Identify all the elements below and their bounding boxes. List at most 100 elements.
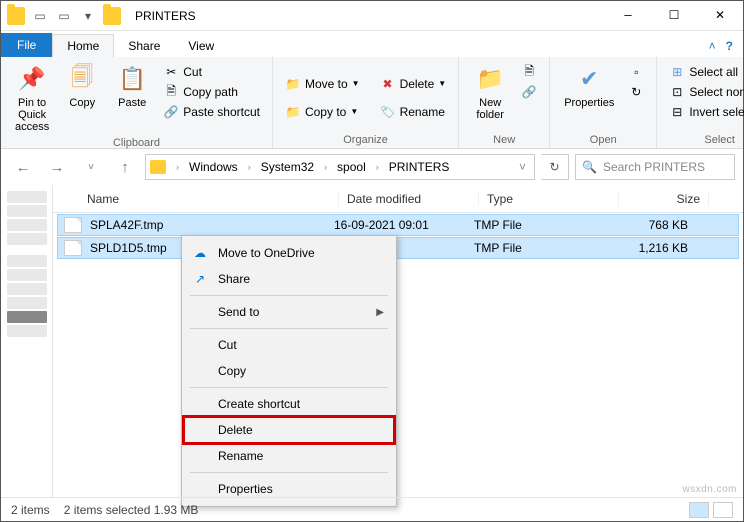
folder-icon [103,7,121,25]
details-view-button[interactable] [689,502,709,518]
forward-button[interactable]: → [43,153,71,181]
copy-icon: 🗐 [66,63,98,95]
copy-to-icon: 📁 [285,104,301,120]
separator [190,387,388,388]
invert-selection-icon: ⊟ [669,104,685,120]
close-button[interactable]: ✕ [697,1,743,31]
address-dropdown-icon[interactable]: ˅ [515,160,530,174]
up-button[interactable]: ↑ [111,153,139,181]
chevron-right-icon[interactable]: › [172,162,183,172]
cut-button[interactable]: ✂Cut [159,63,264,81]
maximize-button[interactable]: ☐ [651,1,697,31]
easy-access-button[interactable]: 🔗 [517,83,541,101]
qat-item[interactable]: ▭ [55,7,73,25]
copy-path-button[interactable]: 🗎Copy path [159,83,264,101]
group-organize: 📁Move to ▼ 📁Copy to ▼ ✖Delete ▼ 🏷Rename … [273,57,459,148]
col-name[interactable]: Name [79,192,339,206]
new-item-icon: 🗎 [521,64,537,80]
ribbon-help: ˄ ? [699,35,743,57]
ribbon-tabs: File Home Share View ˄ ? [1,31,743,57]
paste-icon: 📋 [116,63,148,95]
chevron-down-icon: ▼ [438,79,446,88]
tab-home[interactable]: Home [52,34,114,57]
new-folder-icon: 📁 [474,63,506,95]
crumb-system32[interactable]: System32 [257,160,318,174]
ribbon-collapse-icon[interactable]: ˄ [709,39,716,53]
ctx-move-onedrive[interactable]: ☁Move to OneDrive [184,240,394,266]
copy-button[interactable]: 🗐 Copy [59,61,105,135]
delete-icon: ✖ [380,76,396,92]
pin-quick-access-button[interactable]: 📌 Pin to Quick access [9,61,55,135]
folder-app-icon [7,7,25,25]
folder-icon [150,160,166,174]
copy-path-icon: 🗎 [163,84,179,100]
column-headers: Name Date modified Type Size [53,185,743,213]
select-all-icon: ⊞ [669,64,685,80]
address-bar: ← → ˅ ↑ › Windows › System32 › spool › P… [1,149,743,185]
refresh-button[interactable]: ↻ [541,154,569,180]
tab-file[interactable]: File [1,33,52,57]
crumb-windows[interactable]: Windows [185,160,242,174]
col-size[interactable]: Size [619,192,709,206]
minimize-button[interactable]: ─ [605,1,651,31]
col-date[interactable]: Date modified [339,192,479,206]
new-folder-button[interactable]: 📁 New folder [467,61,513,132]
select-none-button[interactable]: ⊡Select none [665,83,744,101]
history-button[interactable]: ↻ [624,83,648,101]
history-icon: ↻ [628,84,644,100]
file-row[interactable]: SPLD1D5.tmp 2:42 TMP File 1,216 KB [57,237,739,259]
thumbnails-view-button[interactable] [713,502,733,518]
tab-view[interactable]: View [174,35,228,57]
quick-access-toolbar: ▭ ▭ ▾ [1,7,127,25]
select-all-button[interactable]: ⊞Select all [665,63,744,81]
qat-dropdown-icon[interactable]: ▾ [79,7,97,25]
move-to-button[interactable]: 📁Move to ▼ [281,75,364,93]
group-new: 📁 New folder 🗎 🔗 New [459,57,550,148]
col-type[interactable]: Type [479,192,619,206]
new-item-button[interactable]: 🗎 [517,63,541,81]
open-button[interactable]: ▫ [624,63,648,81]
crumb-printers[interactable]: PRINTERS [385,160,454,174]
status-selection: 2 items selected 1.93 MB [64,503,199,517]
ctx-send-to[interactable]: Send to▶ [184,299,394,325]
ctx-share[interactable]: ↗Share [184,266,394,292]
ribbon: 📌 Pin to Quick access 🗐 Copy 📋 Paste ✂Cu… [1,57,743,149]
search-box[interactable]: 🔍 Search PRINTERS [575,154,735,180]
breadcrumb[interactable]: › Windows › System32 › spool › PRINTERS … [145,154,535,180]
onedrive-icon: ☁ [192,245,208,261]
paste-button[interactable]: 📋 Paste [109,61,155,135]
ctx-rename[interactable]: Rename [184,443,394,469]
nav-pane[interactable] [1,185,53,497]
file-row[interactable]: SPLA42F.tmp 16-09-2021 09:01 TMP File 76… [57,214,739,236]
ctx-copy[interactable]: Copy [184,358,394,384]
rename-icon: 🏷 [380,104,396,120]
pin-icon: 📌 [16,63,48,95]
back-button[interactable]: ← [9,153,37,181]
recent-locations-button[interactable]: ˅ [77,153,105,181]
copy-to-button[interactable]: 📁Copy to ▼ [281,103,364,121]
watermark: wsxdn.com [682,484,737,495]
chevron-right-icon[interactable]: › [372,162,383,172]
qat-item[interactable]: ▭ [31,7,49,25]
rename-button[interactable]: 🏷Rename [376,103,451,121]
separator [190,328,388,329]
ctx-create-shortcut[interactable]: Create shortcut [184,391,394,417]
paste-shortcut-button[interactable]: 🔗Paste shortcut [159,103,264,121]
context-menu: ☁Move to OneDrive ↗Share Send to▶ Cut Co… [181,235,397,507]
group-clipboard: 📌 Pin to Quick access 🗐 Copy 📋 Paste ✂Cu… [1,57,273,148]
chevron-right-icon[interactable]: › [320,162,331,172]
help-icon[interactable]: ? [726,39,733,53]
tab-share[interactable]: Share [114,35,174,57]
ctx-delete[interactable]: Delete [184,417,394,443]
easy-access-icon: 🔗 [521,84,537,100]
separator [190,295,388,296]
chevron-right-icon[interactable]: › [244,162,255,172]
group-select: ⊞Select all ⊡Select none ⊟Invert selecti… [657,57,744,148]
invert-selection-button[interactable]: ⊟Invert selection [665,103,744,121]
properties-button[interactable]: ✔ Properties [558,61,620,132]
ctx-cut[interactable]: Cut [184,332,394,358]
delete-button[interactable]: ✖Delete ▼ [376,75,451,93]
properties-icon: ✔ [573,63,605,95]
crumb-spool[interactable]: spool [333,160,370,174]
search-placeholder: Search PRINTERS [603,160,705,174]
